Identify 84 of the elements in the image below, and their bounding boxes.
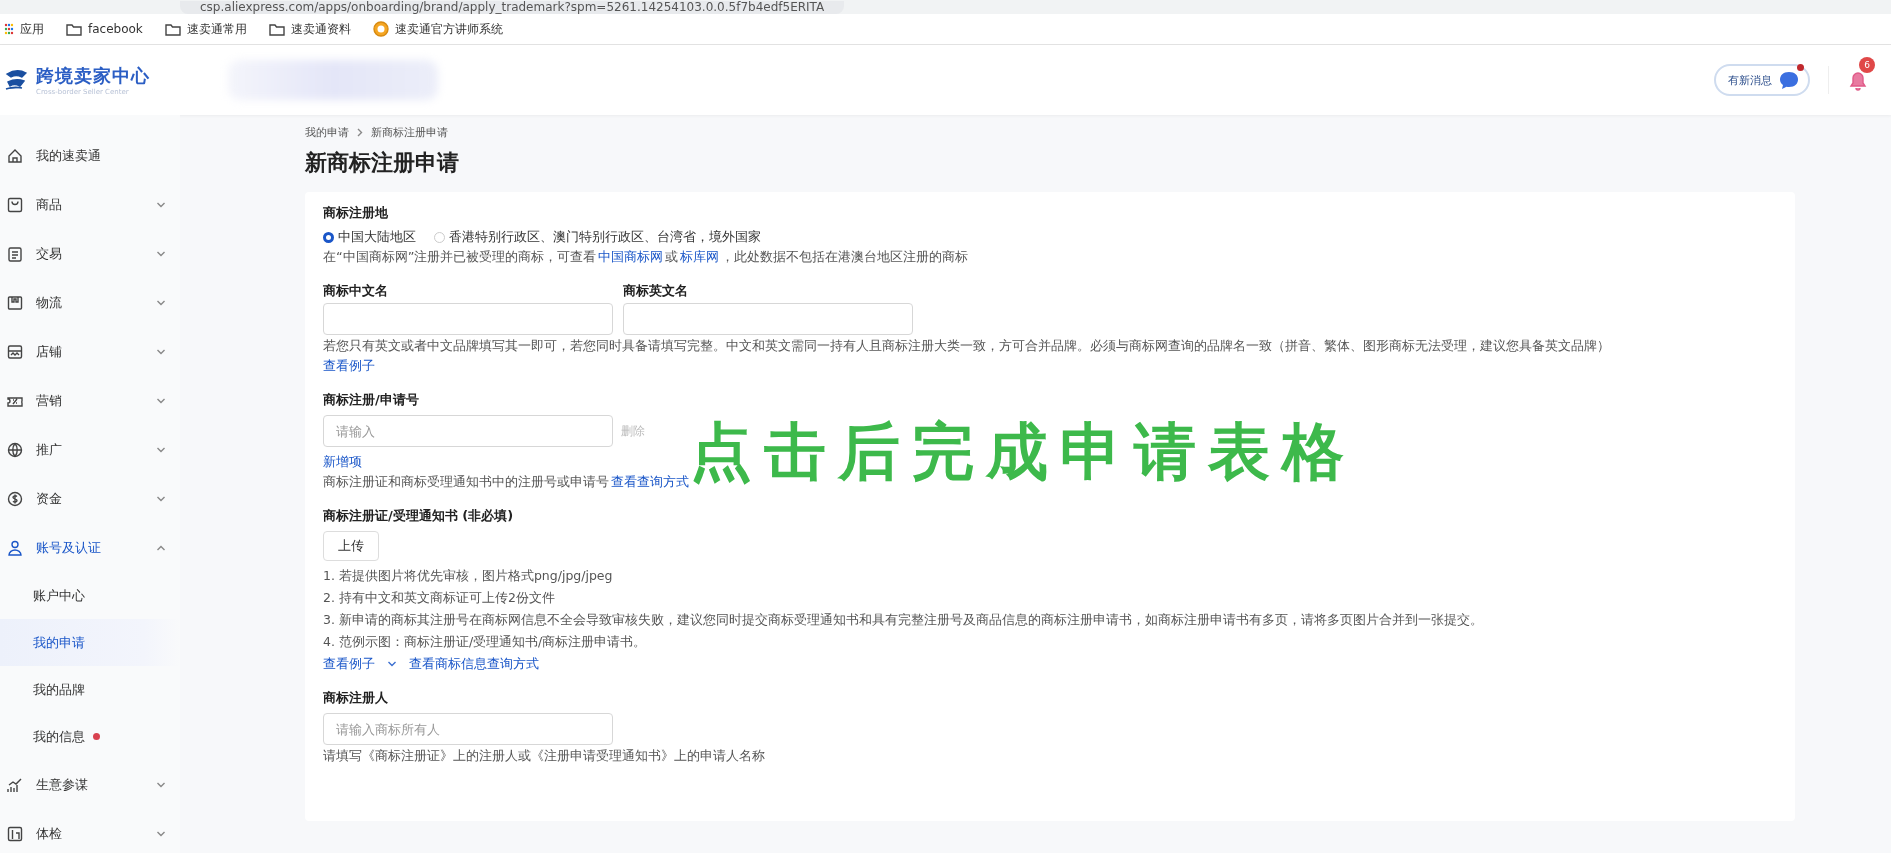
sidebar-item[interactable]: 交易	[0, 229, 180, 278]
field-label: 商标注册证/受理通知书 (非必填)	[323, 507, 515, 525]
menu-item-icon	[6, 824, 24, 843]
note-text: 2. 持有中文和英文商标证可上传2份文件	[323, 589, 556, 607]
menu-item-icon	[6, 342, 24, 361]
bell-icon	[1847, 69, 1869, 91]
text-link[interactable]: 标库网	[680, 249, 720, 264]
submenu-item[interactable]: 我的品牌	[0, 666, 180, 713]
chevron-down-icon	[156, 495, 166, 502]
field-label: 商标英文名	[623, 282, 689, 300]
text-link[interactable]: 中国商标网	[598, 249, 664, 264]
sidebar-item[interactable]: 生意参谋	[0, 760, 180, 809]
input-field[interactable]	[623, 303, 913, 335]
submenu-item[interactable]: 我的信息	[0, 713, 180, 760]
logo-title: 跨境卖家中心	[36, 64, 150, 88]
chevron-right-icon	[357, 128, 363, 137]
menu-item-icon	[6, 195, 24, 214]
sidebar-item[interactable]: 我的速卖通	[0, 131, 180, 180]
sidebar-item[interactable]: 体检	[0, 809, 180, 853]
text-link[interactable]: 查看查询方式	[611, 474, 689, 489]
caret-down-icon	[387, 661, 397, 667]
field-label: 商标注册人	[323, 689, 389, 707]
radio-option[interactable]: 香港特别行政区、澳门特别行政区、台湾省，境外国家	[434, 228, 761, 246]
hint-text: 若您只有英文或者中文品牌填写其一即可，若您同时具备请填写完整。中文和英文需同一持有人且商标注册大类一致，方可合并品牌。必须与商标网查询的品牌名一致（拼音、繁体、图形商标无法受理，建议您具备英文品牌）	[323, 337, 1611, 355]
notification-badge: 6	[1859, 57, 1875, 73]
chevron-down-icon	[156, 446, 166, 453]
sidebar-item[interactable]: 物流	[0, 278, 180, 327]
chevron-down-icon	[156, 299, 166, 306]
note-text: 3. 新申请的商标其注册号在商标网信息不全会导致审核失败，建议您同时提交商标受理通知书和具有完整注册号及商品信息的商标注册申请书，如商标注册申请书有多页，请将多页图片合并到一张提交。	[323, 611, 1484, 629]
input-field[interactable]: 请输入	[323, 415, 613, 447]
bookmark[interactable]: 速卖通官方讲师系统	[372, 20, 503, 38]
input-field[interactable]: 请输入商标所有人	[323, 713, 613, 745]
sidebar-item[interactable]: 推广	[0, 425, 180, 474]
field-label: 商标注册地	[323, 204, 389, 222]
apps-icon	[4, 23, 14, 35]
hint-text: 商标注册证和商标受理通知书中的注册号或申请号查看查询方式	[323, 473, 690, 491]
folder-icon	[164, 22, 181, 36]
field-label: 商标注册/申请号	[323, 391, 420, 409]
radio-button[interactable]	[323, 231, 334, 243]
text-link[interactable]: 查看例子	[323, 655, 397, 673]
menu-item-icon	[6, 293, 24, 312]
submenu-item[interactable]: 账户中心	[0, 572, 180, 619]
folder-icon	[66, 22, 82, 36]
bookmark[interactable]: 应用	[4, 20, 44, 38]
hint-text: 在“中国商标网”注册并已被受理的商标，可查看中国商标网 或标库网，此处数据不包括在港澳台地区注册的商标	[323, 248, 970, 266]
breadcrumb-item: 新商标注册申请	[371, 125, 448, 140]
chat-bubble-icon	[1778, 70, 1800, 90]
menu-item-icon	[6, 538, 24, 557]
menu-item-icon	[6, 244, 24, 263]
note-text: 1. 若提供图片将优先审核，图片格式png/jpg/jpeg	[323, 567, 614, 585]
add-item-link[interactable]: 新增项	[323, 453, 362, 471]
hint-text: 请填写《商标注册证》上的注册人或《注册申请受理通知书》上的申请人名称	[323, 747, 766, 765]
message-button[interactable]: 有新消息	[1714, 64, 1810, 96]
breadcrumb-item[interactable]: 我的申请	[305, 125, 349, 140]
sidebar-item[interactable]: 店铺	[0, 327, 180, 376]
folder-icon	[268, 22, 285, 36]
chevron-down-icon	[156, 397, 166, 404]
bookmark[interactable]: 速卖通资料	[268, 20, 351, 38]
text-link[interactable]: 查看例子	[323, 357, 375, 375]
chevron-up-icon	[156, 544, 166, 551]
text-link[interactable]: 查看商标信息查询方式	[409, 655, 539, 673]
chevron-down-icon	[156, 348, 166, 355]
sidebar-item[interactable]: 资金	[0, 474, 180, 523]
chevron-down-icon	[156, 250, 166, 257]
menu-item-icon	[6, 440, 24, 459]
note-text: 4. 范例示图：商标注册证/受理通知书/商标注册申请书。	[323, 633, 648, 651]
video-caption: 点击后完成申请表格	[690, 414, 1356, 490]
page-title: 新商标注册申请	[305, 149, 460, 177]
radio-option[interactable]: 中国大陆地区	[323, 228, 416, 246]
chevron-down-icon	[156, 781, 166, 788]
sidebar-item[interactable]: 营销	[0, 376, 180, 425]
bookmark[interactable]: facebook	[66, 22, 143, 36]
bookmark[interactable]: 速卖通常用	[164, 20, 247, 38]
field-label: 商标中文名	[323, 282, 389, 300]
menu-item-icon	[6, 489, 24, 508]
chevron-down-icon	[156, 201, 166, 208]
site-icon	[372, 21, 389, 37]
upload-button[interactable]: 上传	[323, 531, 379, 561]
sidebar-item[interactable]: 商品	[0, 180, 180, 229]
logo-icon	[4, 68, 30, 92]
input-field[interactable]	[323, 303, 613, 335]
sidebar-item[interactable]: 账号及认证	[0, 523, 180, 572]
address-bar[interactable]: csp.aliexpress.com/apps/onboarding/brand/apply_trademark?spm=5261.14254103.0.0.5f7b4edf5ERITA	[180, 1, 845, 14]
chevron-down-icon	[156, 830, 166, 837]
